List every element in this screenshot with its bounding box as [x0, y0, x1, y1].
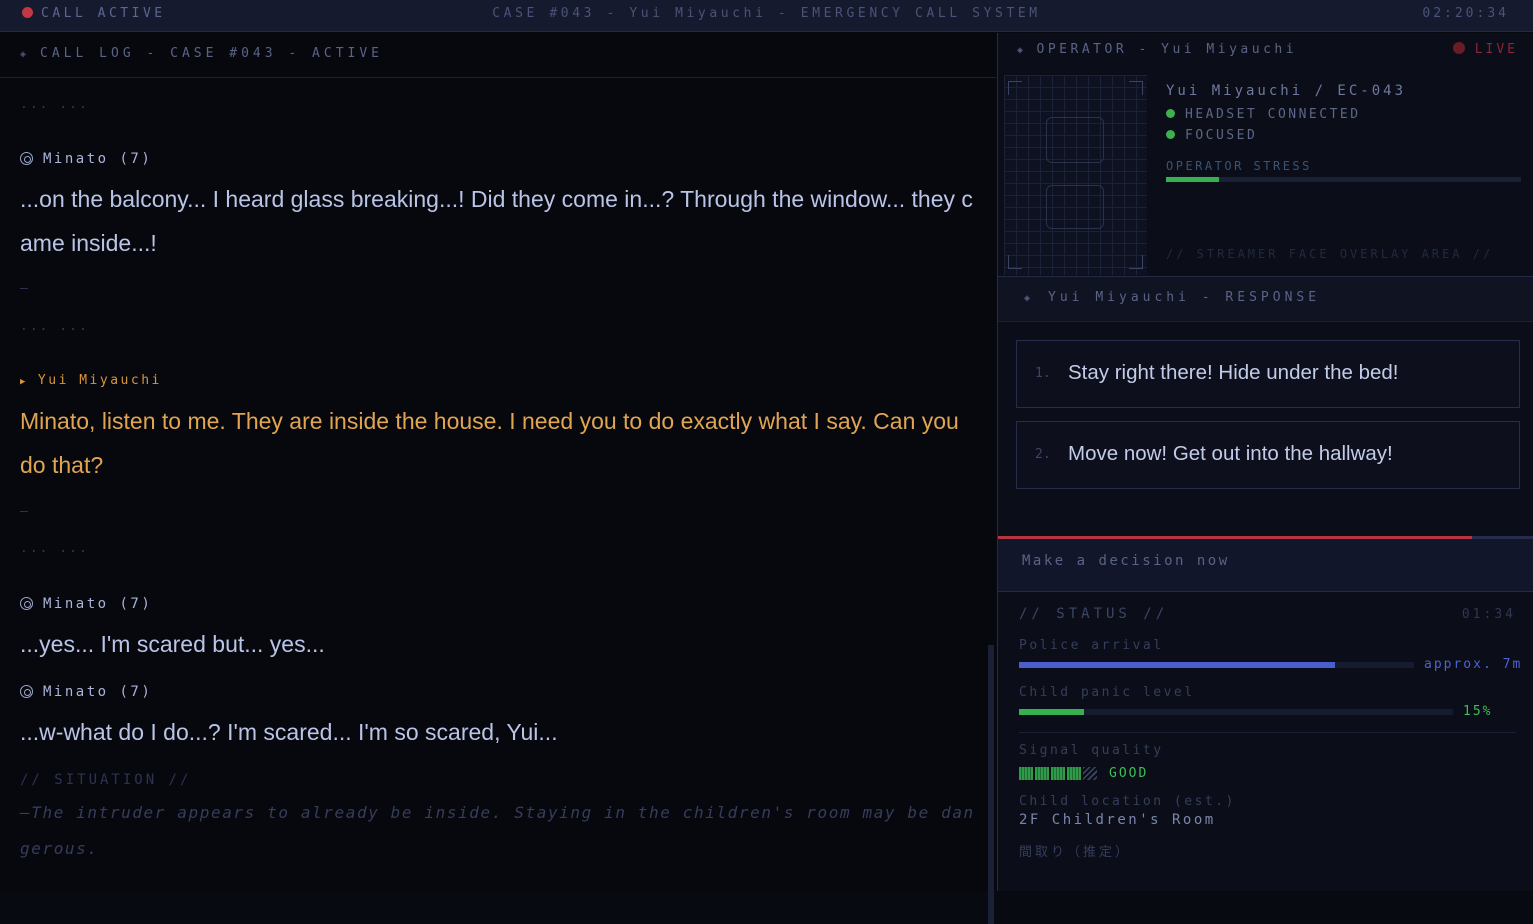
stress-bar-fill [1166, 177, 1220, 182]
log-diamond-icon: ◈ [20, 49, 31, 60]
situation-header: // SITUATION // [20, 772, 192, 788]
police-arrival-bar [1019, 662, 1414, 668]
face-overlay-frame [1004, 75, 1147, 275]
speaker-yui: ▶ Yui Miyauchi [20, 373, 162, 388]
signal-bar-icon [1019, 767, 1033, 780]
location-value: 2F Children's Room [1019, 812, 1216, 828]
police-arrival-label: Police arrival [1019, 638, 1164, 653]
call-log-panel: ◈ CALL LOG - CASE #043 - ACTIVE ... ... M… [0, 33, 996, 924]
choice-button-2[interactable]: 2. Move now! Get out into the hallway! [1016, 421, 1520, 489]
log-line: ...w-what do I do...? I'm scared... I'm … [20, 719, 558, 745]
frame-corner-icon [1008, 81, 1022, 95]
signal-meter: GOOD [1019, 766, 1148, 781]
body-placeholder-icon [1046, 185, 1104, 229]
signal-bar-empty-icon [1083, 767, 1097, 780]
frame-corner-icon [1008, 255, 1022, 269]
location-label: Child location (est.) [1019, 794, 1236, 809]
choice-number: 1. [1035, 366, 1051, 381]
live-dot-icon [1452, 42, 1465, 54]
call-log-header: ◈ CALL LOG - CASE #043 - ACTIVE [0, 33, 996, 78]
call-clock: 02:20:34 [1422, 6, 1509, 21]
panic-level-bar [1019, 709, 1453, 715]
signal-bar-icon [1051, 767, 1065, 780]
operator-speaker-icon: ▶ [20, 377, 28, 387]
top-bar: CALL ACTIVE CASE #043 - Yui Miyauchi - E… [0, 0, 1533, 32]
signal-label: Signal quality [1019, 743, 1164, 758]
operator-header: ◈ OPERATOR - Yui Miyauchi LIVE [998, 33, 1533, 69]
speaker-minato: Minato (7) [20, 151, 152, 167]
log-separator: – [20, 281, 28, 296]
call-log-title: CALL LOG - CASE #043 - ACTIVE [40, 46, 384, 61]
stress-bar [1166, 177, 1521, 182]
face-placeholder-icon [1046, 117, 1104, 163]
child-speaker-icon [20, 152, 33, 165]
status-timer: 01:34 [1461, 607, 1516, 622]
log-ellipsis: ... ... [20, 97, 89, 112]
police-arrival-fill [1019, 662, 1335, 668]
status-dot-icon [1166, 109, 1175, 118]
live-badge: LIVE [1452, 42, 1518, 57]
headset-status-label: HEADSET CONNECTED [1185, 107, 1361, 122]
panic-level-value: 15% [1463, 704, 1493, 719]
speaker-minato: Minato (7) [20, 596, 152, 612]
police-arrival-value: approx. 7m [1424, 657, 1523, 672]
status-header: // STATUS // [1019, 606, 1169, 622]
speaker-minato: Minato (7) [20, 684, 152, 700]
operator-name: Yui Miyauchi / EC-043 [1166, 83, 1407, 99]
panic-level-label: Child panic level [1019, 685, 1195, 700]
log-ellipsis: ... ... [20, 541, 89, 556]
child-speaker-icon [20, 685, 33, 698]
headset-status: HEADSET CONNECTED [1166, 107, 1521, 122]
operator-diamond-icon: ◈ [1017, 45, 1027, 56]
speaker-name: Minato (7) [43, 596, 153, 612]
focus-status-label: FOCUSED [1185, 128, 1258, 143]
frame-corner-icon [1129, 81, 1143, 95]
response-header: ◈ Yui Miyauchi - RESPONSE [998, 276, 1533, 322]
choice-text: Move now! Get out into the hallway! [1068, 442, 1393, 465]
log-separator: – [20, 504, 28, 519]
child-speaker-icon [20, 597, 33, 610]
log-line: ...yes... I'm scared but... yes... [20, 631, 325, 657]
status-divider [1019, 732, 1516, 733]
choice-button-1[interactable]: 1. Stay right there! Hide under the bed! [1016, 340, 1520, 408]
status-panel: // STATUS // 01:34 Police arrival approx… [998, 591, 1533, 891]
log-ellipsis: ... ... [20, 319, 89, 334]
log-line: ...on the balcony... I heard glass break… [20, 186, 973, 256]
location-floorplan-label: 間取り（推定） [1019, 845, 1132, 860]
frame-corner-icon [1129, 255, 1143, 269]
operator-title: OPERATOR - Yui Miyauchi [1036, 42, 1298, 57]
situation-text: —The intruder appears to already be insi… [20, 803, 975, 858]
stress-label: OPERATOR STRESS [1166, 159, 1312, 173]
operator-info: Yui Miyauchi / EC-043 HEADSET CONNECTED … [1166, 83, 1521, 182]
live-label: LIVE [1474, 42, 1518, 57]
response-title: Yui Miyauchi - RESPONSE [1048, 290, 1321, 305]
log-line: Minato, listen to me. They are inside th… [20, 408, 959, 478]
signal-bar-icon [1067, 767, 1081, 780]
status-dot-icon [1166, 130, 1175, 139]
focus-status: FOCUSED [1166, 128, 1521, 143]
log-scrollbar[interactable] [988, 645, 994, 924]
operator-panel: ◈ OPERATOR - Yui Miyauchi LIVE Yui Miyauc… [997, 33, 1533, 891]
window-title: CASE #043 - Yui Miyauchi - EMERGENCY CAL… [492, 6, 1041, 21]
signal-bar-icon [1035, 767, 1049, 780]
speaker-name: Yui Miyauchi [37, 373, 162, 388]
speaker-name: Minato (7) [43, 684, 153, 700]
response-diamond-icon: ◈ [1024, 293, 1035, 304]
speaker-name: Minato (7) [43, 151, 153, 167]
signal-value: GOOD [1109, 766, 1149, 781]
choice-number: 2. [1035, 447, 1051, 462]
choice-text: Stay right there! Hide under the bed! [1068, 361, 1399, 384]
panic-level-fill [1019, 709, 1085, 715]
decision-prompt: Make a decision now [998, 539, 1533, 591]
overlay-note: // STREAMER FACE OVERLAY AREA // [1166, 247, 1494, 261]
